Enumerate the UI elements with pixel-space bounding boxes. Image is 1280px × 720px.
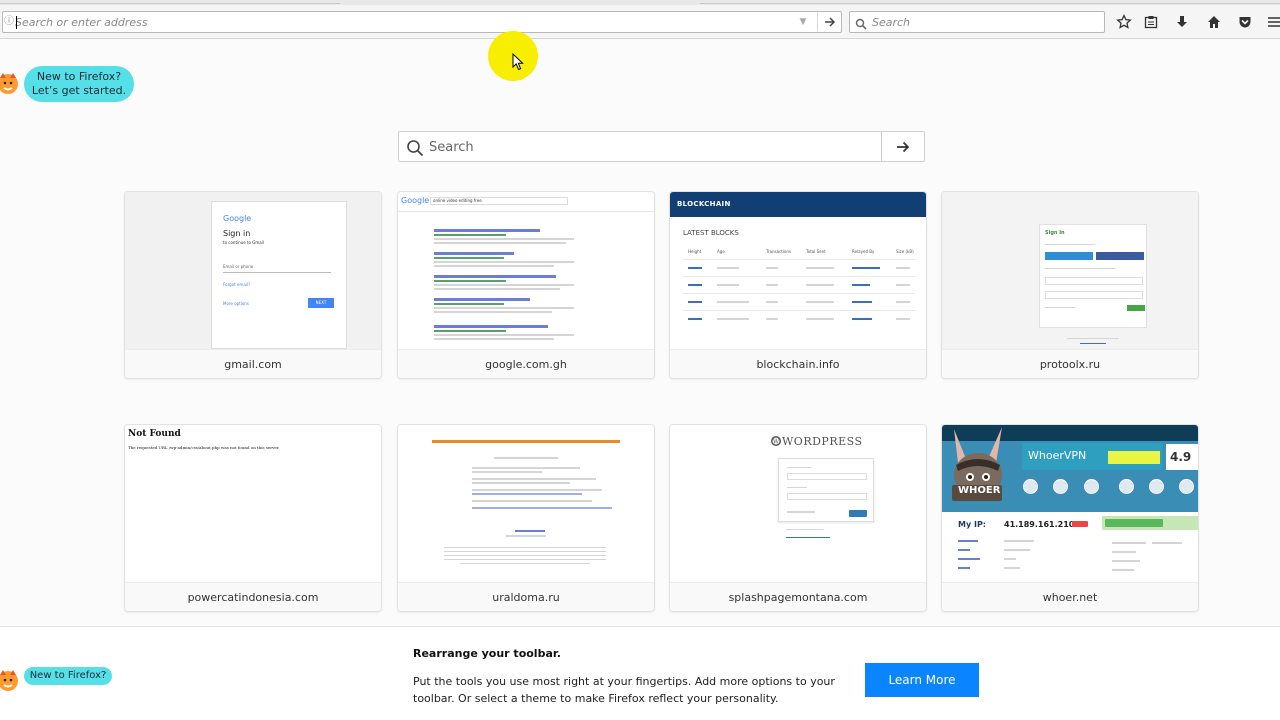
pocket-icon[interactable]	[1234, 13, 1256, 31]
svg-text:W: W	[773, 439, 780, 446]
search-bar[interactable]	[849, 11, 1105, 33]
onboarding-line2: Let’s get started.	[31, 84, 127, 97]
search-input[interactable]	[872, 14, 1092, 30]
page-search-box[interactable]	[398, 131, 925, 162]
info-icon[interactable]: ⓘ	[4, 16, 14, 28]
site-thumbnail: WORDPRESS W	[670, 425, 926, 582]
site-thumbnail: Google Sign in to continue to Gmail Emai…	[125, 192, 381, 349]
onboarding-bubble-small[interactable]: New to Firefox?	[24, 667, 112, 685]
chevron-down-icon[interactable]: ▼	[797, 16, 809, 28]
tile-label: powercatindonesia.com	[125, 582, 381, 611]
top-site-tile[interactable]: WHOER WhoerVPN 4.9 My IP: 41.189.161.210	[942, 425, 1198, 611]
tile-label: splashpagemontana.com	[670, 582, 926, 611]
top-site-tile[interactable]: Sign In protoolx.ru	[942, 192, 1198, 378]
navigation-toolbar: ⓘ ▼	[0, 5, 1280, 39]
search-icon	[855, 15, 867, 34]
top-site-tile[interactable]: uraldoma.ru	[398, 425, 654, 611]
go-arrow-icon[interactable]	[817, 13, 841, 31]
reading-list-icon[interactable]	[1140, 13, 1162, 31]
top-site-tile[interactable]: Not Found The requested URL /wp-admin/cs…	[125, 425, 381, 611]
site-thumbnail: Google online video editing free	[398, 192, 654, 349]
top-site-tile[interactable]: Google Sign in to continue to Gmail Emai…	[125, 192, 381, 378]
mouse-cursor-icon	[512, 53, 524, 71]
top-site-tile[interactable]: Google online video editing free google.…	[398, 192, 654, 378]
tab[interactable]	[0, 0, 340, 4]
download-icon[interactable]	[1171, 13, 1193, 31]
site-thumbnail: Sign In	[942, 192, 1198, 349]
notification-body: Put the tools you use most right at your…	[413, 675, 835, 705]
menu-icon[interactable]	[1263, 13, 1280, 31]
notification-title: Rearrange your toolbar.	[413, 647, 561, 660]
arrow-right-icon	[897, 141, 910, 152]
text-caret	[16, 16, 17, 29]
search-go-button[interactable]	[881, 132, 924, 161]
page-search-input[interactable]	[429, 138, 869, 156]
tile-label: uraldoma.ru	[398, 582, 654, 611]
onboarding-line1: New to Firefox?	[36, 70, 122, 83]
address-input[interactable]	[15, 14, 775, 30]
firefox-logo-icon[interactable]	[0, 667, 20, 693]
site-thumbnail: WHOER WhoerVPN 4.9 My IP: 41.189.161.210	[942, 425, 1198, 582]
tab[interactable]	[700, 0, 1280, 4]
site-thumbnail	[398, 425, 654, 582]
address-bar[interactable]: ⓘ ▼	[2, 11, 842, 33]
top-site-tile[interactable]: BLOCKCHAIN LATEST BLOCKS Height Age Tran…	[670, 192, 926, 378]
tile-label: protoolx.ru	[942, 349, 1198, 378]
tile-label: blockchain.info	[670, 349, 926, 378]
firefox-logo-icon[interactable]	[0, 70, 20, 96]
tile-label: whoer.net	[942, 582, 1198, 611]
search-icon	[406, 139, 424, 161]
tile-label: gmail.com	[125, 349, 381, 378]
top-site-tile[interactable]: WORDPRESS W splashpagemontana.com	[670, 425, 926, 611]
onboarding-bubble[interactable]: New to Firefox? Let’s get started.	[24, 66, 134, 102]
bookmark-star-icon[interactable]	[1113, 13, 1135, 31]
tile-label: google.com.gh	[398, 349, 654, 378]
learn-more-button[interactable]: Learn More	[865, 663, 979, 697]
home-icon[interactable]	[1203, 13, 1225, 31]
site-thumbnail: Not Found The requested URL /wp-admin/cs…	[125, 425, 381, 582]
site-thumbnail: BLOCKCHAIN LATEST BLOCKS Height Age Tran…	[670, 192, 926, 349]
